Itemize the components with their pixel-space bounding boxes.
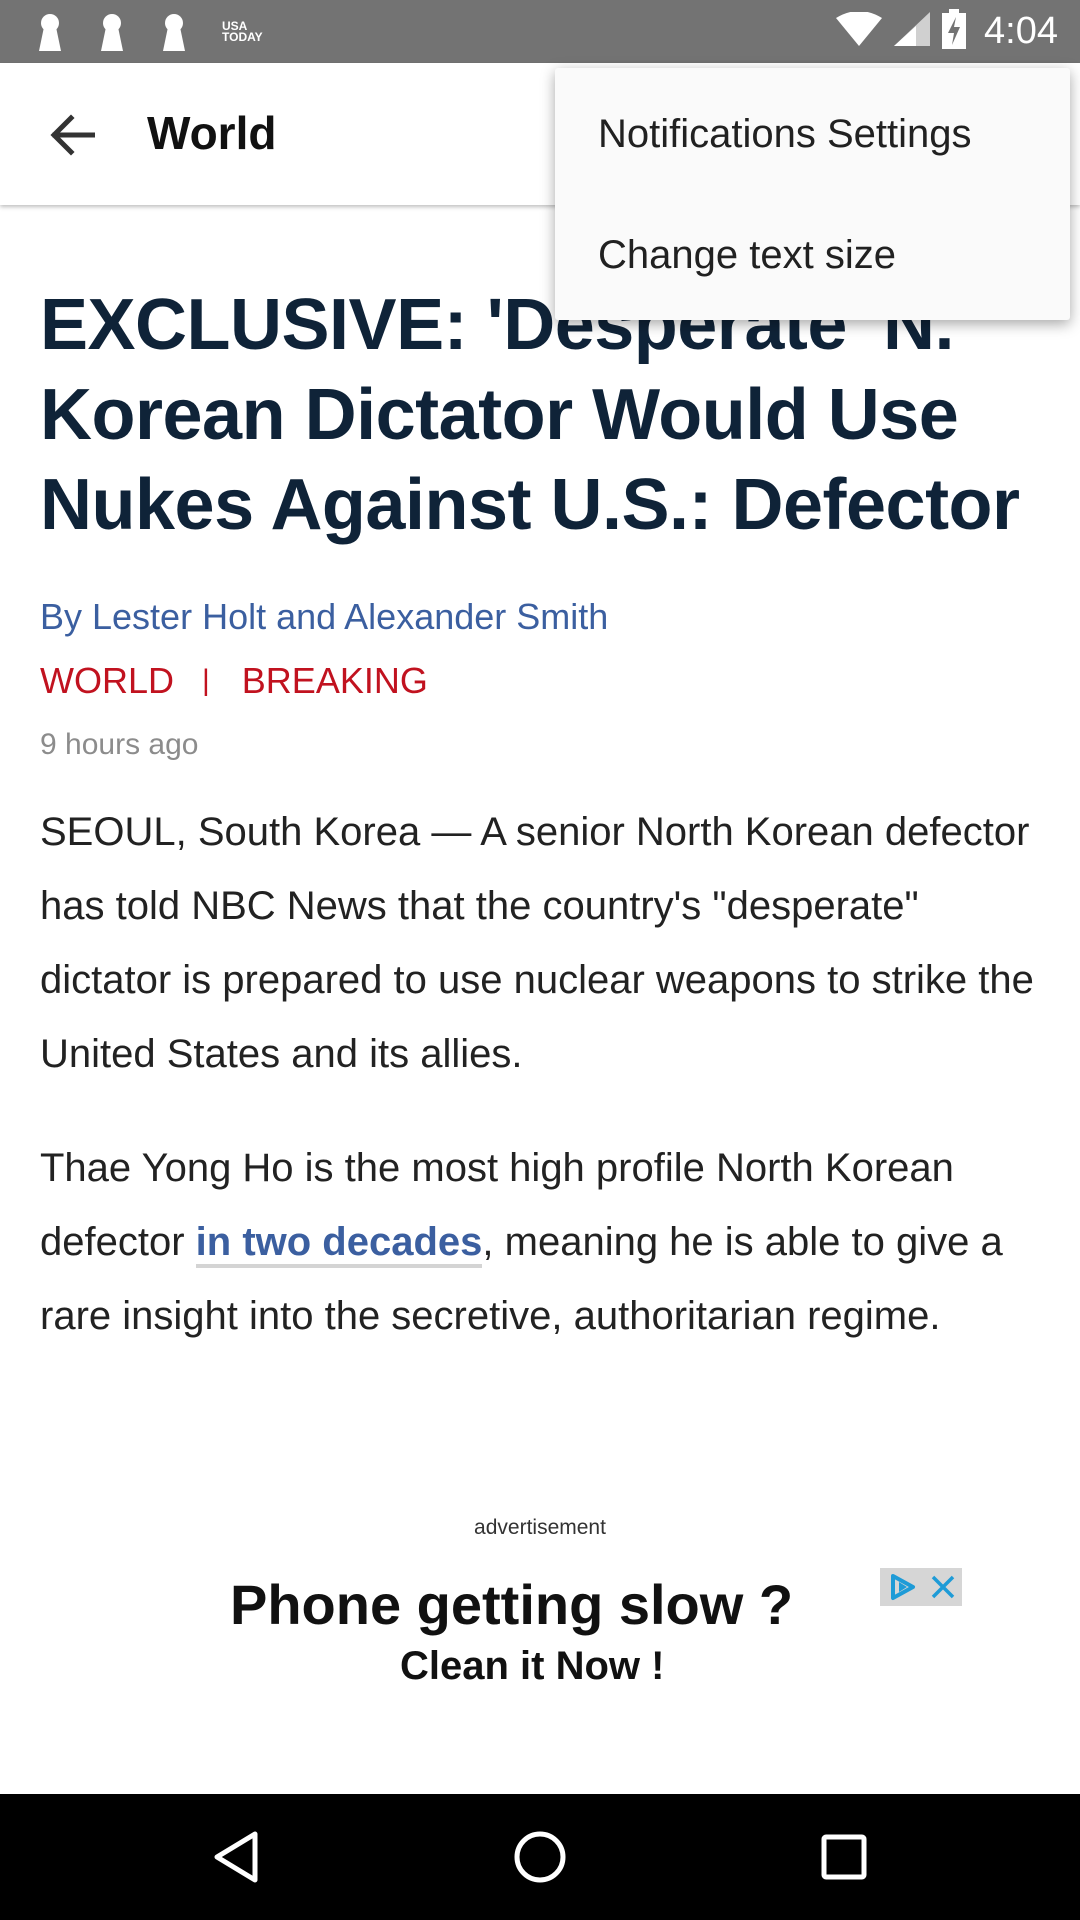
clock: 4:04 xyxy=(984,10,1058,52)
tag-breaking[interactable]: BREAKING xyxy=(242,659,428,703)
advertisement-banner[interactable]: Phone getting slow ? Clean it Now ! xyxy=(210,1568,970,1698)
wifi-icon xyxy=(836,11,883,51)
nav-home-icon xyxy=(514,1831,566,1883)
menu-item-notifications-settings[interactable]: Notifications Settings xyxy=(555,68,1070,192)
article-timestamp: 9 hours ago xyxy=(40,728,199,761)
usa-today-logo: USA TODAY xyxy=(222,18,263,44)
battery-charging-icon xyxy=(942,9,967,54)
nav-back-button[interactable] xyxy=(206,1827,266,1887)
back-button[interactable] xyxy=(36,99,108,171)
ad-choices[interactable] xyxy=(880,1568,962,1606)
ad-headline: Phone getting slow ? xyxy=(230,1573,794,1636)
article-paragraph: Thae Yong Ho is the most high profile No… xyxy=(40,1131,1050,1353)
notification-keyhole-icon xyxy=(154,12,194,52)
tag-separator: | xyxy=(202,664,210,697)
tag-world[interactable]: WORLD xyxy=(40,659,174,703)
menu-item-change-text-size[interactable]: Change text size xyxy=(555,192,1070,318)
navigation-bar xyxy=(0,1794,1080,1920)
article-byline[interactable]: By Lester Holt and Alexander Smith xyxy=(40,595,1050,639)
nav-recents-icon xyxy=(821,1834,867,1880)
nav-recents-button[interactable] xyxy=(814,1827,874,1887)
ad-subline: Clean it Now ! xyxy=(400,1644,665,1688)
notification-keyhole-icon xyxy=(92,12,132,52)
article-paragraph: SEOUL, South Korea — A senior North Kore… xyxy=(40,810,1034,1076)
status-system-icons: 4:04 xyxy=(836,0,1058,63)
article-headline: EXCLUSIVE: 'Desperate' N. Korean Dictato… xyxy=(40,285,1020,545)
nav-back-icon xyxy=(214,1831,258,1883)
nav-home-button[interactable] xyxy=(510,1827,570,1887)
ad-label: advertisement xyxy=(474,1516,606,1539)
arrow-back-icon xyxy=(50,114,95,156)
ad-close-icon[interactable] xyxy=(930,1574,956,1600)
ad-choices-icon[interactable] xyxy=(887,1572,917,1602)
status-notifications: USA TODAY xyxy=(30,0,268,63)
article: EXCLUSIVE: 'Desperate' N. Korean Dictato… xyxy=(40,280,1050,1353)
status-bar: USA TODAY 4:04 xyxy=(0,0,1080,63)
overflow-menu: Notifications Settings Change text size xyxy=(555,68,1070,320)
article-tags: WORLD | BREAKING xyxy=(40,659,1050,703)
page-title: World xyxy=(147,107,277,159)
cellular-signal-icon xyxy=(894,12,931,51)
inline-link-in-two-decades[interactable]: in two decades xyxy=(195,1220,483,1268)
notification-keyhole-icon xyxy=(30,12,70,52)
